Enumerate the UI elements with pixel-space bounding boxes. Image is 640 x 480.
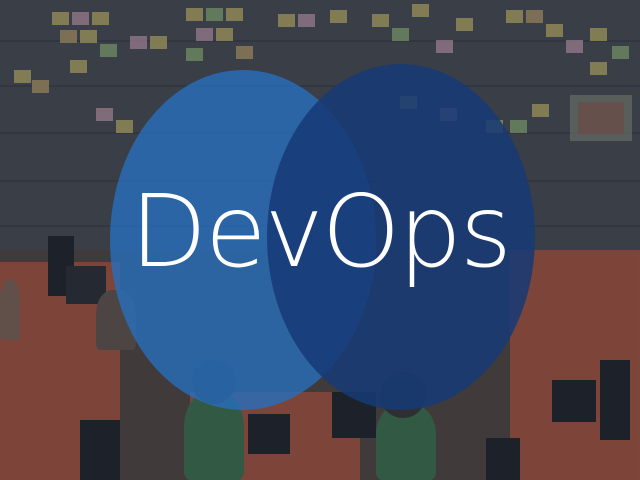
devops-title: DevOps: [130, 173, 512, 290]
